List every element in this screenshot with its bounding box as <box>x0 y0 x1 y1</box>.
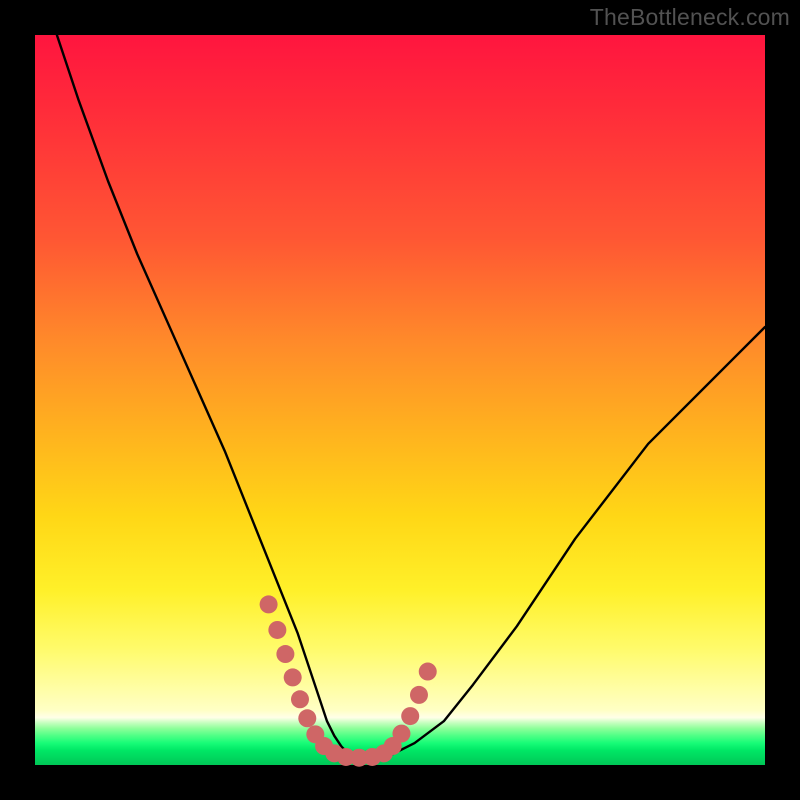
highlight-dot <box>419 663 437 681</box>
plot-area <box>35 35 765 765</box>
chart-stage: TheBottleneck.com <box>0 0 800 800</box>
highlight-dot <box>392 725 410 743</box>
curve-svg <box>35 35 765 765</box>
highlight-dot <box>284 668 302 686</box>
highlight-dots <box>260 595 437 766</box>
highlight-dot <box>410 686 428 704</box>
highlight-dot <box>260 595 278 613</box>
highlight-dot <box>298 709 316 727</box>
bottleneck-curve <box>57 35 765 758</box>
highlight-dot <box>268 621 286 639</box>
watermark-text: TheBottleneck.com <box>590 4 790 31</box>
highlight-dot <box>401 707 419 725</box>
highlight-dot <box>291 690 309 708</box>
highlight-dot <box>276 645 294 663</box>
